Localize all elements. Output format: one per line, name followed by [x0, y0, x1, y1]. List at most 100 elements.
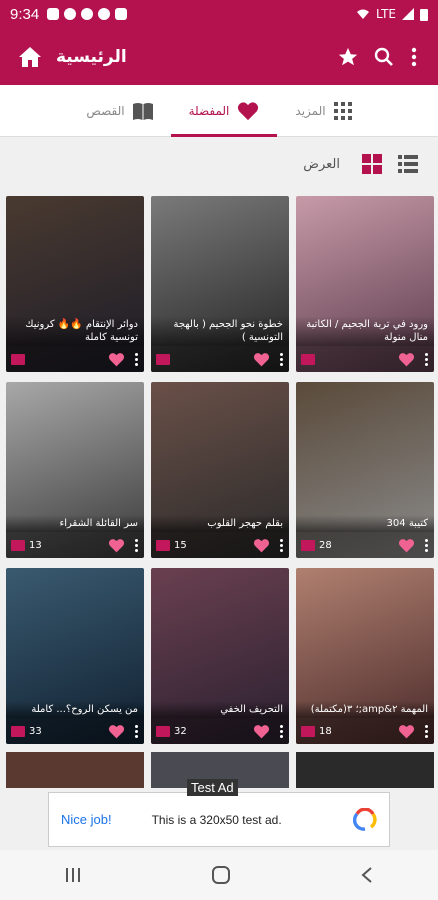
status-time: 9:34	[10, 5, 40, 23]
favorite-heart-icon[interactable]	[108, 352, 125, 367]
tab-more-label: المزيد	[295, 103, 326, 118]
story-card[interactable]: دوائر الإنتقام 🔥🔥 كرونيك تونسية كاملة	[6, 196, 144, 372]
tab-stories-label: القصص	[86, 103, 125, 118]
more-vert-icon[interactable]	[402, 39, 426, 75]
search-icon[interactable]	[366, 39, 402, 75]
ad-banner[interactable]: Test Ad Nice job! This is a 320x50 test …	[48, 779, 390, 847]
favorite-heart-icon[interactable]	[398, 352, 415, 367]
story-card-partial[interactable]	[6, 752, 144, 788]
heart-icon	[238, 101, 259, 120]
chapter-count: 32	[174, 725, 187, 737]
more-vert-icon[interactable]	[280, 538, 284, 552]
status-bar: 9:34 LTE	[0, 0, 438, 28]
chapter-count: 28	[319, 539, 332, 551]
story-card-footer	[6, 346, 144, 372]
view-label: العرض	[303, 156, 340, 172]
story-card-footer: 15	[151, 532, 289, 558]
network-label: LTE	[376, 7, 396, 21]
story-card-footer: 32	[151, 718, 289, 744]
story-title: بقلم حهجر القلوب	[151, 515, 289, 532]
story-card[interactable]: بقلم حهجر القلوب 15	[151, 382, 289, 558]
story-card[interactable]: خطوة نحو الجحيم ( بالهجة التونسية )	[151, 196, 289, 372]
favorite-heart-icon[interactable]	[398, 538, 415, 553]
favorite-heart-icon[interactable]	[108, 724, 125, 739]
notification-icons	[47, 8, 128, 20]
tab-favorites-label: المفضلة	[188, 103, 230, 118]
ad-body: This is a 320x50 test ad.	[151, 812, 282, 827]
more-vert-icon[interactable]	[425, 538, 429, 552]
story-title: خطوة نحو الجحيم ( بالهجة التونسية )	[151, 316, 289, 346]
chapter-count: 18	[319, 725, 332, 737]
tab-stories[interactable]: القصص	[68, 85, 170, 137]
more-vert-icon[interactable]	[280, 724, 284, 738]
list-view-icon[interactable]	[398, 155, 418, 173]
view-toolbar: العرض	[0, 146, 438, 182]
facebook-icon	[64, 8, 77, 20]
favorite-heart-icon[interactable]	[253, 724, 270, 739]
story-card[interactable]: سر القائلة الشقراء 13	[6, 382, 144, 558]
facebook-icon	[98, 8, 111, 20]
chapter-count: 33	[29, 725, 42, 737]
more-vert-icon[interactable]	[135, 538, 139, 552]
book-icon	[301, 725, 315, 737]
story-title: من يسكن الروح؟... كاملة	[6, 701, 144, 718]
story-card[interactable]: التحريف الخفي 32	[151, 568, 289, 744]
wifi-icon	[357, 9, 370, 19]
star-icon[interactable]	[330, 39, 366, 75]
chapter-count: 15	[174, 539, 187, 551]
favorite-heart-icon[interactable]	[398, 724, 415, 739]
image-icon	[115, 8, 128, 20]
story-card[interactable]: كتيبة 304 28	[296, 382, 434, 558]
book-icon	[11, 539, 25, 551]
grid-view-icon[interactable]	[362, 154, 382, 174]
book-icon	[132, 102, 153, 120]
favorite-heart-icon[interactable]	[253, 538, 270, 553]
page-title: الرئيسية	[56, 46, 127, 67]
system-icons: LTE	[356, 7, 428, 21]
battery-icon	[420, 8, 428, 21]
recent-apps-icon[interactable]	[64, 867, 82, 883]
story-card-footer: 18	[296, 718, 434, 744]
book-icon	[156, 539, 170, 551]
story-title: المهمة ٢&amp;؛ ٣(مكتملة)	[296, 701, 434, 718]
home-nav-icon[interactable]	[211, 865, 231, 885]
back-icon[interactable]	[360, 866, 374, 884]
home-icon[interactable]	[12, 39, 48, 75]
story-card[interactable]: ورود في تربة الجحيم / الكاتبة منال منولة	[296, 196, 434, 372]
tab-bar: المزيد المفضلة القصص	[0, 85, 438, 137]
book-icon	[301, 539, 315, 551]
story-card-footer: 13	[6, 532, 144, 558]
stories-grid: ورود في تربة الجحيم / الكاتبة منال منولة…	[6, 196, 434, 744]
favorite-heart-icon[interactable]	[108, 538, 125, 553]
book-icon	[301, 353, 315, 365]
more-vert-icon[interactable]	[425, 724, 429, 738]
story-card-footer: 33	[6, 718, 144, 744]
book-icon	[156, 353, 170, 365]
story-card-footer	[296, 346, 434, 372]
signal-icon	[402, 8, 414, 20]
system-nav-bar	[0, 850, 438, 900]
story-title: ورود في تربة الجحيم / الكاتبة منال منولة	[296, 316, 434, 346]
story-card[interactable]: المهمة ٢&amp;؛ ٣(مكتملة) 18	[296, 568, 434, 744]
favorite-heart-icon[interactable]	[253, 352, 270, 367]
ad-logo-icon	[353, 807, 377, 831]
more-vert-icon[interactable]	[280, 352, 284, 366]
story-card[interactable]: من يسكن الروح؟... كاملة 33	[6, 568, 144, 744]
story-card-footer	[151, 346, 289, 372]
book-icon	[156, 725, 170, 737]
story-title: سر القائلة الشقراء	[6, 515, 144, 532]
story-card-footer: 28	[296, 532, 434, 558]
grid-dots-icon	[333, 101, 352, 120]
more-vert-icon[interactable]	[135, 724, 139, 738]
more-vert-icon[interactable]	[425, 352, 429, 366]
story-card-partial[interactable]	[296, 752, 434, 788]
book-icon	[11, 725, 25, 737]
more-vert-icon[interactable]	[135, 352, 139, 366]
tab-more[interactable]: المزيد	[277, 85, 369, 137]
notification-icon	[47, 8, 60, 20]
facebook-icon	[81, 8, 94, 20]
app-bar: الرئيسية	[0, 28, 438, 85]
story-title: التحريف الخفي	[151, 701, 289, 718]
tab-favorites[interactable]: المفضلة	[170, 85, 278, 137]
book-icon	[11, 353, 25, 365]
